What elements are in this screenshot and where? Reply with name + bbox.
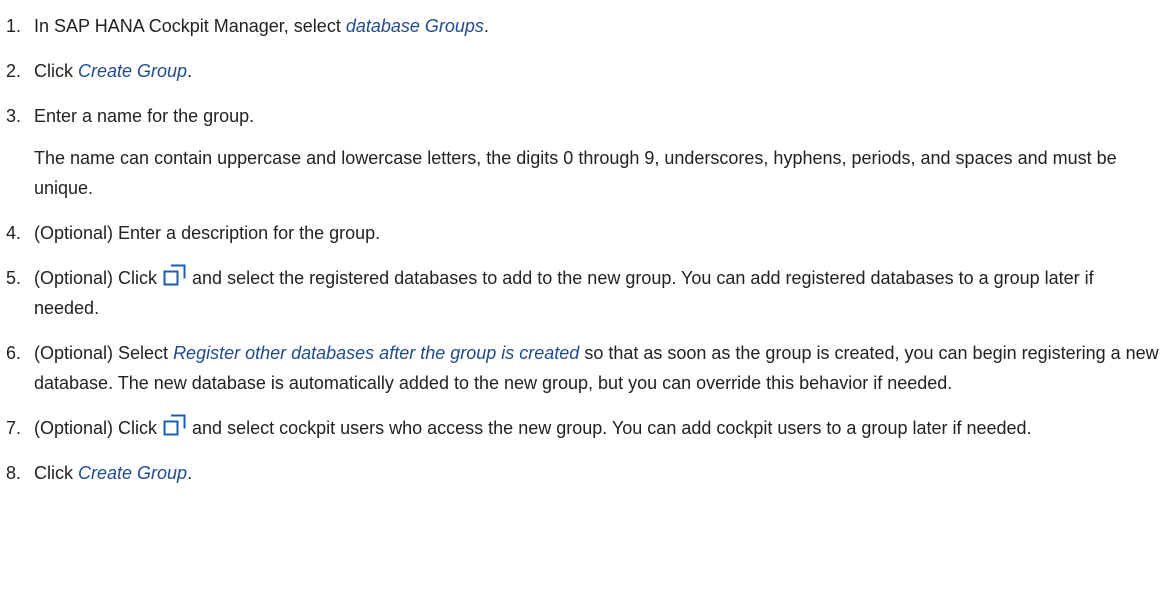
step-8: 8. Click Create Group. xyxy=(6,458,1160,488)
step-number: 8. xyxy=(6,463,22,483)
step-text: Click Create Group. xyxy=(34,463,193,483)
step-3: 3. Enter a name for the group. The name … xyxy=(6,101,1160,203)
step-text: Click Create Group. xyxy=(34,61,193,81)
step-number: 3. xyxy=(6,106,22,126)
step-text: (Optional) Click and select cockpit user… xyxy=(34,413,1160,443)
step-4: 4. (Optional) Enter a description for th… xyxy=(6,218,1160,248)
step-number: 1. xyxy=(6,16,22,36)
step-number: 4. xyxy=(6,223,22,243)
step-2: 2. Click Create Group. xyxy=(6,56,1160,86)
step-number: 7. xyxy=(6,418,22,438)
ui-term-create-group: Create Group xyxy=(78,463,188,483)
step-text: (Optional) Click and select the register… xyxy=(34,263,1160,323)
ui-term-database-groups: database Groups xyxy=(345,16,484,36)
ui-term-create-group: Create Group xyxy=(78,61,188,81)
step-text: In SAP HANA Cockpit Manager, select data… xyxy=(34,16,489,36)
step-text: (Optional) Select Register other databas… xyxy=(34,343,1159,393)
step-6: 6. (Optional) Select Register other data… xyxy=(6,338,1160,398)
value-help-icon xyxy=(163,414,186,436)
step-5: 5. (Optional) Click and select the regis… xyxy=(6,263,1160,323)
step-1: 1. In SAP HANA Cockpit Manager, select d… xyxy=(6,11,1160,41)
step-number: 2. xyxy=(6,61,22,81)
step-number: 6. xyxy=(6,343,22,363)
step-note: The name can contain uppercase and lower… xyxy=(34,148,1117,198)
step-text: Enter a name for the group. xyxy=(34,106,255,126)
value-help-icon xyxy=(163,264,186,286)
step-number: 5. xyxy=(6,268,22,288)
ui-term-register-other-databases: Register other databases after the group… xyxy=(173,343,580,363)
step-7: 7. (Optional) Click and select cockpit u… xyxy=(6,413,1160,443)
procedure-steps: 1. In SAP HANA Cockpit Manager, select d… xyxy=(0,11,1176,488)
step-text: (Optional) Enter a description for the g… xyxy=(34,223,381,243)
